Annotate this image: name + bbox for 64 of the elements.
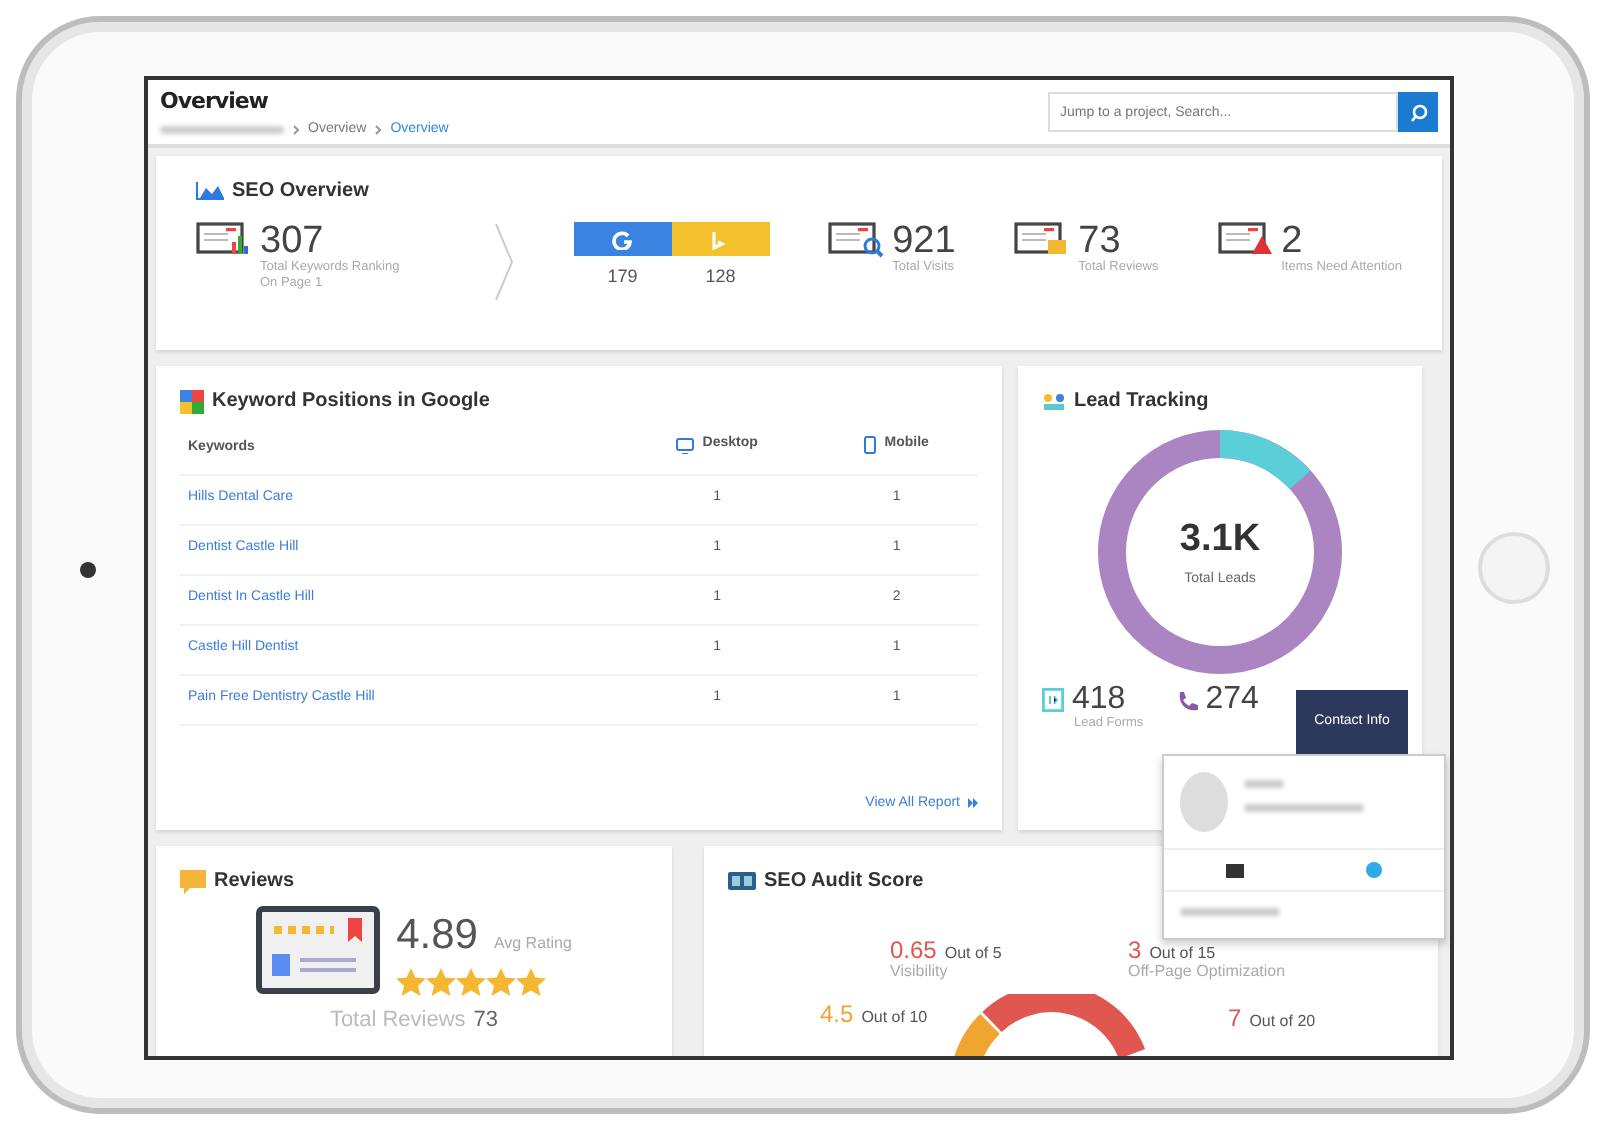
seo-badge-icon: [728, 872, 756, 890]
filled-star-icon: [486, 967, 517, 995]
audit-label: Visibility: [890, 964, 950, 982]
bing-logo-icon: [710, 229, 731, 249]
audit-out-of: Out of 15: [1149, 946, 1216, 964]
phone-handset-icon: [1175, 689, 1198, 711]
phone-icon: [864, 435, 877, 454]
page-title: Overview: [160, 86, 270, 118]
card-title: Reviews: [214, 868, 295, 896]
engine-count: 179: [605, 264, 640, 290]
blurred-text: [1244, 780, 1284, 788]
total-reviews-value: 73: [473, 1005, 499, 1035]
form-icon: [1042, 688, 1064, 712]
audit-out-of: Out of 20: [1249, 1014, 1316, 1032]
audit-score: 3: [1128, 938, 1142, 964]
chat-icon: [1366, 862, 1383, 878]
chevron-divider-icon: [494, 222, 515, 302]
stat-value: 921: [892, 222, 956, 260]
audit-score: 7: [1228, 1006, 1242, 1033]
blurred-text: [1244, 804, 1364, 812]
chart-icon: [196, 182, 224, 200]
total-reviews-label: Total Reviews: [329, 1005, 466, 1035]
audit-out-of: Out of 10: [861, 1010, 928, 1028]
search-icon: [1409, 103, 1427, 121]
google-logo-icon: [612, 229, 633, 249]
search-button[interactable]: [1398, 92, 1438, 132]
audit-out-of: Out of 5: [944, 946, 1002, 964]
rating-value: 4.89: [396, 910, 478, 962]
blurred-text: [1180, 908, 1280, 916]
lead-stat-value: 418: [1072, 684, 1126, 716]
monitor-icon: [676, 437, 695, 454]
chevron-icon: [374, 123, 383, 136]
report-attention-icon: [1217, 222, 1274, 258]
engine-count: 128: [703, 264, 738, 290]
report-visits-icon: [828, 222, 885, 258]
lead-stat-value: 274: [1205, 684, 1259, 716]
speech-bubble-icon: [180, 869, 206, 893]
blurred-text: [160, 125, 284, 134]
stat-value: 307: [260, 222, 324, 260]
audit-label: Off-Page Optimization: [1128, 964, 1286, 982]
total-leads-value: 3.1K: [1177, 516, 1263, 564]
review-board-icon: [256, 905, 381, 994]
audit-score: 4.5: [820, 1002, 854, 1029]
rating-label: Avg Rating: [493, 932, 572, 956]
card-title: Keyword Positions in Google: [212, 388, 490, 416]
mail-icon: [1225, 863, 1244, 877]
stat-value: 73: [1078, 222, 1121, 260]
people-icon: [1042, 391, 1066, 411]
audit-score: 0.65: [890, 938, 937, 964]
card-title: SEO Overview: [232, 178, 369, 206]
filled-star-icon: [516, 967, 547, 995]
filled-star-icon: [396, 967, 427, 995]
filled-star-icon: [426, 967, 457, 995]
avatar-placeholder: [1180, 772, 1228, 832]
double-chevron-icon: [968, 798, 978, 809]
report-keywords-icon: [196, 222, 252, 258]
report-reviews-icon: [1014, 222, 1071, 258]
camera-icon: [80, 562, 96, 578]
stat-value: 2: [1281, 222, 1303, 260]
card-title: Lead Tracking: [1074, 388, 1209, 416]
filled-star-icon: [456, 967, 487, 995]
chevron-icon: [292, 123, 300, 136]
card-title: SEO Audit Score: [764, 868, 924, 896]
colored-squares-icon: [180, 389, 204, 413]
